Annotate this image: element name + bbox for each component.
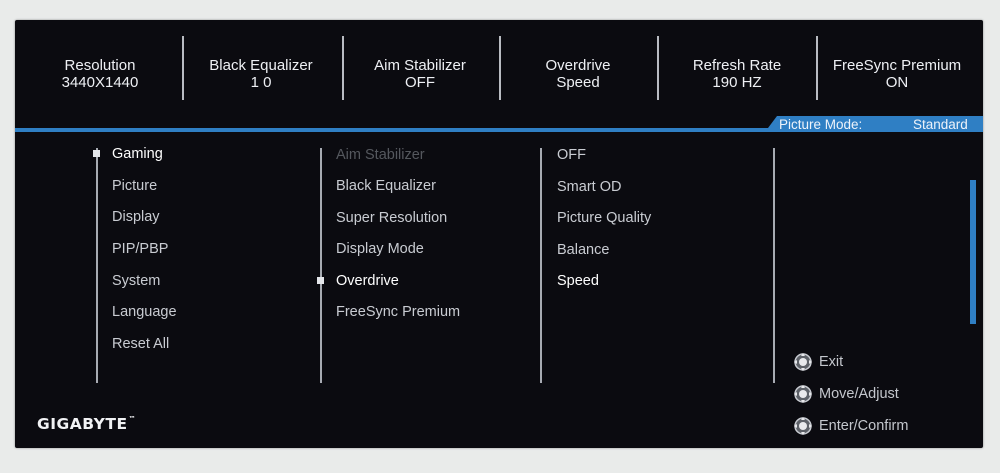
status-value: 3440X1440 bbox=[61, 74, 139, 91]
selection-bullet bbox=[93, 150, 100, 157]
status-black-equalizer: Black Equalizer 1 0 bbox=[182, 20, 340, 128]
status-overdrive: Overdrive Speed bbox=[499, 20, 657, 128]
option-off[interactable]: OFF bbox=[557, 147, 586, 163]
help-label: Enter/Confirm bbox=[819, 418, 909, 434]
selection-bullet bbox=[317, 277, 324, 284]
menu-item-picture[interactable]: Picture bbox=[112, 178, 157, 194]
menu-item-reset-all[interactable]: Reset All bbox=[112, 336, 169, 352]
status-value: Speed bbox=[556, 74, 600, 91]
joystick-push-icon bbox=[793, 416, 813, 436]
menu-item-display[interactable]: Display bbox=[112, 209, 160, 225]
status-value: OFF bbox=[405, 74, 435, 91]
status-resolution: Resolution 3440X1440 bbox=[21, 20, 179, 128]
help-label: Exit bbox=[819, 354, 844, 370]
status-aim-stabilizer: Aim Stabilizer OFF bbox=[341, 20, 499, 128]
trademark-mark: ™ bbox=[128, 415, 137, 423]
column-divider bbox=[320, 148, 322, 383]
brand-name: GIGABYTE bbox=[37, 415, 128, 433]
submenu-black-equalizer[interactable]: Black Equalizer bbox=[336, 178, 436, 194]
status-label: Resolution bbox=[64, 57, 136, 74]
submenu-freesync-premium[interactable]: FreeSync Premium bbox=[336, 304, 460, 320]
status-freesync: FreeSync Premium ON bbox=[818, 20, 976, 128]
menu-item-pip-pbp[interactable]: PIP/PBP bbox=[112, 241, 168, 257]
status-label: FreeSync Premium bbox=[832, 57, 962, 74]
option-speed[interactable]: Speed bbox=[557, 273, 599, 289]
joystick-press-icon bbox=[793, 352, 813, 372]
status-label: Refresh Rate bbox=[692, 57, 782, 74]
submenu-overdrive[interactable]: Overdrive bbox=[336, 273, 399, 289]
menu-item-system[interactable]: System bbox=[112, 273, 160, 289]
column-divider bbox=[540, 148, 542, 383]
help-label: Move/Adjust bbox=[819, 386, 899, 402]
status-label: Black Equalizer bbox=[209, 57, 313, 74]
submenu-super-resolution[interactable]: Super Resolution bbox=[336, 210, 447, 226]
column-divider bbox=[96, 148, 98, 383]
scrollbar[interactable] bbox=[970, 180, 976, 324]
option-picture-quality[interactable]: Picture Quality bbox=[557, 210, 651, 226]
menu-item-gaming[interactable]: Gaming bbox=[112, 146, 163, 162]
column-divider bbox=[773, 148, 775, 383]
submenu-aim-stabilizer[interactable]: Aim Stabilizer bbox=[336, 147, 425, 163]
status-label: Aim Stabilizer bbox=[374, 57, 466, 74]
osd-menu: Resolution 3440X1440 Black Equalizer 1 0… bbox=[15, 20, 983, 448]
status-value: 190 HZ bbox=[712, 74, 762, 91]
brand-logo: GIGABYTE™ bbox=[37, 415, 136, 433]
status-value: 1 0 bbox=[250, 74, 272, 91]
picture-mode-value: Standard bbox=[913, 117, 968, 132]
status-bar: Resolution 3440X1440 Black Equalizer 1 0… bbox=[15, 20, 983, 128]
option-balance[interactable]: Balance bbox=[557, 242, 609, 258]
submenu-display-mode[interactable]: Display Mode bbox=[336, 241, 424, 257]
help-move-adjust: Move/Adjust bbox=[793, 384, 899, 404]
option-smart-od[interactable]: Smart OD bbox=[557, 179, 621, 195]
help-exit: Exit bbox=[793, 352, 843, 372]
help-enter-confirm: Enter/Confirm bbox=[793, 416, 908, 436]
status-refresh-rate: Refresh Rate 190 HZ bbox=[658, 20, 816, 128]
menu-item-language[interactable]: Language bbox=[112, 304, 177, 320]
picture-mode-label: Picture Mode: bbox=[779, 117, 863, 132]
joystick-move-icon bbox=[793, 384, 813, 404]
status-label: Overdrive bbox=[545, 57, 611, 74]
status-value: ON bbox=[885, 74, 909, 91]
